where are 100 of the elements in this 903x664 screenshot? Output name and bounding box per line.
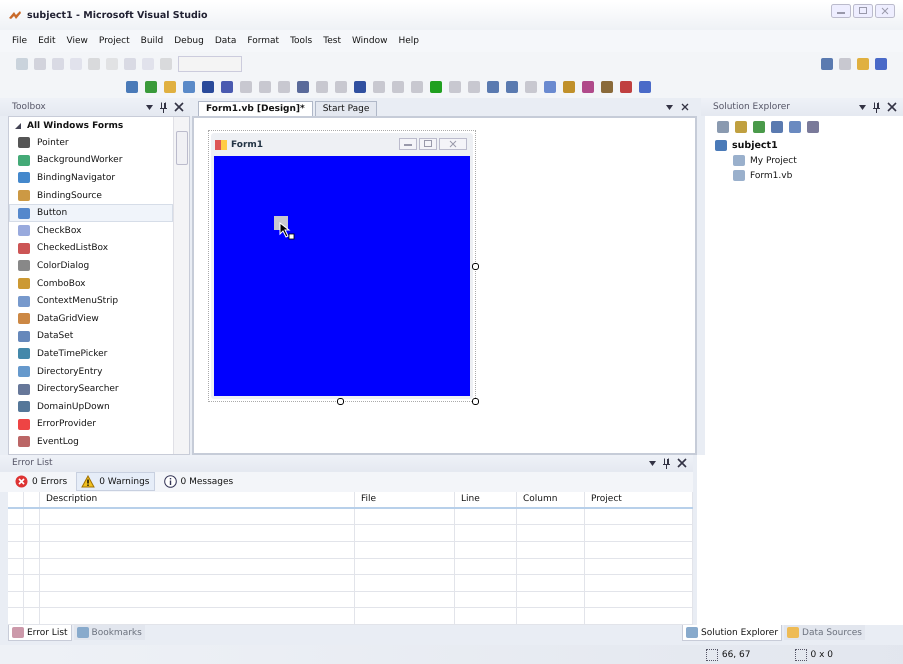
close-button[interactable] (439, 138, 467, 150)
tree-item[interactable]: Form1.vb (715, 168, 903, 183)
menu-item[interactable]: Tools (290, 36, 312, 46)
close-icon[interactable] (887, 102, 897, 112)
toolbar-icon[interactable] (875, 58, 887, 70)
column-header[interactable]: Description (40, 492, 355, 507)
toolbar-icon[interactable] (639, 80, 651, 92)
menu-item[interactable]: Debug (174, 36, 204, 46)
toolbox-item[interactable]: DataSet (9, 328, 173, 346)
filter-button[interactable]: 0 Messages (158, 472, 238, 492)
document-tab[interactable]: Start Page (314, 101, 378, 116)
close-icon[interactable] (677, 458, 687, 468)
toolbar-icon[interactable] (821, 58, 833, 70)
maximize-button[interactable] (419, 138, 437, 150)
toolbar-icon[interactable] (506, 80, 518, 92)
dropdown-icon[interactable] (649, 460, 656, 466)
panel-tab[interactable]: Bookmarks (74, 625, 145, 640)
tree-item[interactable]: My Project (715, 153, 903, 168)
dropdown-icon[interactable] (666, 104, 673, 110)
close-icon[interactable] (681, 103, 689, 111)
dropdown-field[interactable] (178, 56, 242, 72)
pin-icon[interactable] (159, 102, 168, 112)
close-icon[interactable] (174, 102, 184, 112)
pin-icon[interactable] (872, 102, 881, 112)
close-button[interactable] (875, 4, 895, 18)
toolbox-item[interactable]: ContextMenuStrip (9, 292, 173, 310)
toolbox-item[interactable]: BindingSource (9, 186, 173, 204)
toolbar-icon[interactable] (221, 80, 233, 92)
toolbar-icon[interactable] (126, 80, 138, 92)
info-icon (164, 475, 176, 488)
panel-tab[interactable]: Solution Explorer (682, 625, 782, 641)
toolbox-item[interactable]: ErrorProvider (9, 416, 173, 434)
filter-button[interactable]: 0 Warnings (76, 472, 154, 492)
column-header[interactable]: Column (517, 492, 585, 507)
solution-icon (715, 140, 727, 151)
toolbar-icon[interactable] (145, 80, 157, 92)
toolbar-icon[interactable] (487, 80, 499, 92)
toolbar-icon[interactable] (582, 80, 594, 92)
dropdown-icon[interactable] (146, 104, 153, 110)
toolbox-item[interactable]: DirectoryEntry (9, 362, 173, 380)
toolbox-item[interactable]: EventLog (9, 433, 173, 451)
dropdown-icon[interactable] (859, 104, 866, 110)
scrollbar[interactable] (173, 117, 189, 454)
menu-item[interactable]: Build (140, 36, 164, 46)
toolbar-icon[interactable] (202, 80, 214, 92)
cursor-position: 66, 67 (722, 650, 750, 660)
menu-item[interactable]: View (66, 36, 88, 46)
control-icon (18, 366, 30, 378)
pin-icon[interactable] (662, 458, 671, 469)
toolbox-item[interactable]: DataGridView (9, 310, 173, 328)
toolbox-group[interactable]: All Windows Forms (9, 118, 173, 134)
toolbox-item[interactable]: BackgroundWorker (9, 152, 173, 170)
warning-icon (81, 475, 96, 488)
column-header[interactable]: Project (585, 492, 693, 507)
toolbox-item[interactable]: CheckedListBox (9, 240, 173, 258)
file-icon (733, 155, 745, 166)
menu-item[interactable]: Data (214, 36, 236, 46)
toolbox-item[interactable]: Pointer (9, 134, 173, 152)
toolbar-icon[interactable] (601, 80, 613, 92)
resize-handle[interactable] (472, 398, 479, 405)
tree-item[interactable]: subject1 (715, 138, 903, 153)
control-icon (18, 278, 30, 290)
toolbox-item[interactable]: DomainUpDown (9, 398, 173, 416)
menu-item[interactable]: Help (398, 36, 420, 46)
toolbox-item[interactable]: ComboBox (9, 274, 173, 292)
form-window[interactable]: Form1 (211, 133, 473, 399)
toolbox-item[interactable]: BindingNavigator (9, 169, 173, 187)
control-icon (18, 418, 30, 430)
resize-handle[interactable] (472, 263, 479, 270)
resize-handle[interactable] (337, 398, 344, 405)
toolbar-icon[interactable] (354, 80, 366, 92)
menu-item[interactable]: Format (247, 36, 280, 46)
toolbox-item[interactable]: DirectorySearcher (9, 380, 173, 398)
column-header[interactable]: File (355, 492, 455, 507)
document-tab[interactable]: Form1.vb [Design]* (198, 101, 313, 116)
filter-button[interactable]: 0 Errors (10, 472, 72, 492)
toolbar-icon[interactable] (430, 80, 442, 92)
error-icon (15, 475, 28, 488)
panel-tab[interactable]: Error List (8, 625, 72, 641)
menu-item[interactable]: Project (98, 36, 130, 46)
menu-item[interactable]: File (12, 36, 28, 46)
app-logo-icon (8, 10, 22, 20)
minimize-button[interactable] (399, 138, 417, 150)
control-icon (18, 330, 30, 342)
toolbox-item[interactable]: CheckBox (9, 222, 173, 240)
control-icon (18, 242, 30, 254)
panel-title: Toolbox (12, 102, 46, 112)
menu-item[interactable]: Window (352, 36, 388, 46)
toolbox-item[interactable]: DateTimePicker (9, 345, 173, 363)
maximize-button[interactable] (853, 4, 873, 18)
minimize-button[interactable] (831, 4, 851, 18)
toolbar-icon[interactable] (297, 80, 309, 92)
column-header[interactable]: Line (455, 492, 517, 507)
menu-item[interactable]: Test (323, 36, 341, 46)
toolbar-icon[interactable] (620, 80, 632, 92)
panel-tab[interactable]: Data Sources (784, 625, 865, 640)
toolbox-item[interactable]: ColorDialog (9, 257, 173, 275)
toolbar-icon[interactable] (183, 80, 195, 92)
menu-item[interactable]: Edit (38, 36, 56, 46)
toolbox-item[interactable]: Button (9, 204, 173, 222)
